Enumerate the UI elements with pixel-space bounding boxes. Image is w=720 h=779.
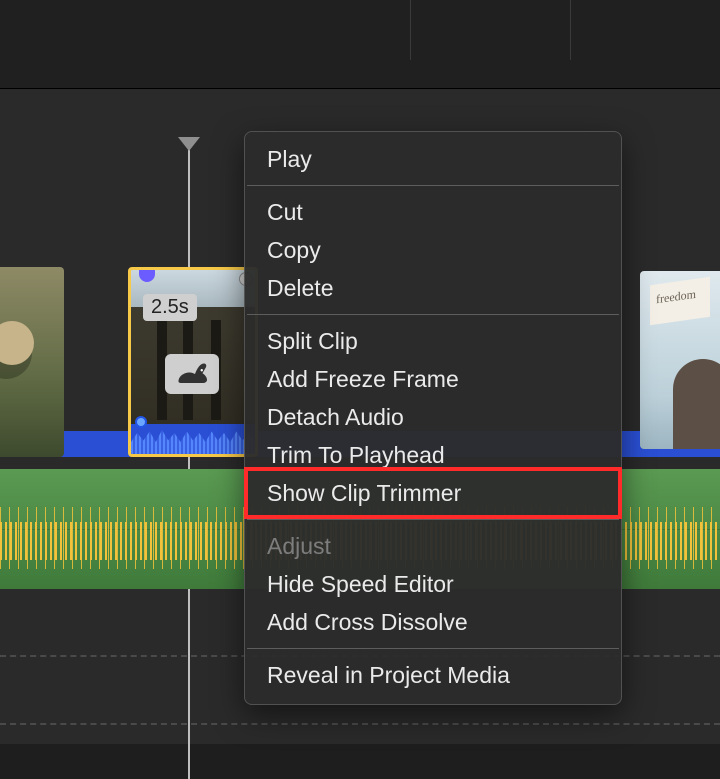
menu-item-reveal-in-project-media[interactable]: Reveal in Project Media bbox=[245, 656, 621, 694]
menu-item-hide-speed-editor[interactable]: Hide Speed Editor bbox=[245, 565, 621, 603]
timeline[interactable]: 2.5s Play Cut Copy Delete bbox=[0, 89, 720, 744]
menu-separator bbox=[247, 519, 619, 520]
toolbar-divider bbox=[570, 0, 571, 60]
video-clip[interactable] bbox=[0, 267, 64, 457]
menu-item-trim-to-playhead[interactable]: Trim To Playhead bbox=[245, 436, 621, 474]
video-clip-selected[interactable]: 2.5s bbox=[128, 267, 258, 457]
menu-item-detach-audio[interactable]: Detach Audio bbox=[245, 398, 621, 436]
video-clip[interactable] bbox=[640, 271, 720, 449]
menu-item-delete[interactable]: Delete bbox=[245, 269, 621, 307]
empty-track[interactable] bbox=[0, 723, 720, 725]
playhead[interactable] bbox=[188, 139, 190, 779]
menu-separator bbox=[247, 314, 619, 315]
toolbar-area bbox=[0, 0, 720, 88]
clip-duration-badge: 2.5s bbox=[143, 294, 197, 321]
menu-item-split-clip[interactable]: Split Clip bbox=[245, 322, 621, 360]
clip-waveform bbox=[131, 424, 255, 454]
menu-item-add-cross-dissolve[interactable]: Add Cross Dissolve bbox=[245, 603, 621, 641]
context-menu: Play Cut Copy Delete Split Clip Add Free… bbox=[244, 131, 622, 705]
menu-item-play[interactable]: Play bbox=[245, 140, 621, 178]
menu-item-cut[interactable]: Cut bbox=[245, 193, 621, 231]
menu-separator bbox=[247, 185, 619, 186]
clip-thumbnail bbox=[650, 277, 710, 325]
speed-rabbit-icon[interactable] bbox=[165, 354, 219, 394]
toolbar-divider bbox=[410, 0, 411, 60]
clip-thumbnail bbox=[673, 359, 720, 449]
keyframe-handle-icon[interactable] bbox=[135, 416, 147, 428]
menu-item-add-freeze-frame[interactable]: Add Freeze Frame bbox=[245, 360, 621, 398]
menu-item-show-clip-trimmer[interactable]: Show Clip Trimmer bbox=[245, 474, 621, 512]
menu-separator bbox=[247, 648, 619, 649]
menu-item-copy[interactable]: Copy bbox=[245, 231, 621, 269]
menu-item-adjust: Adjust bbox=[245, 527, 621, 565]
